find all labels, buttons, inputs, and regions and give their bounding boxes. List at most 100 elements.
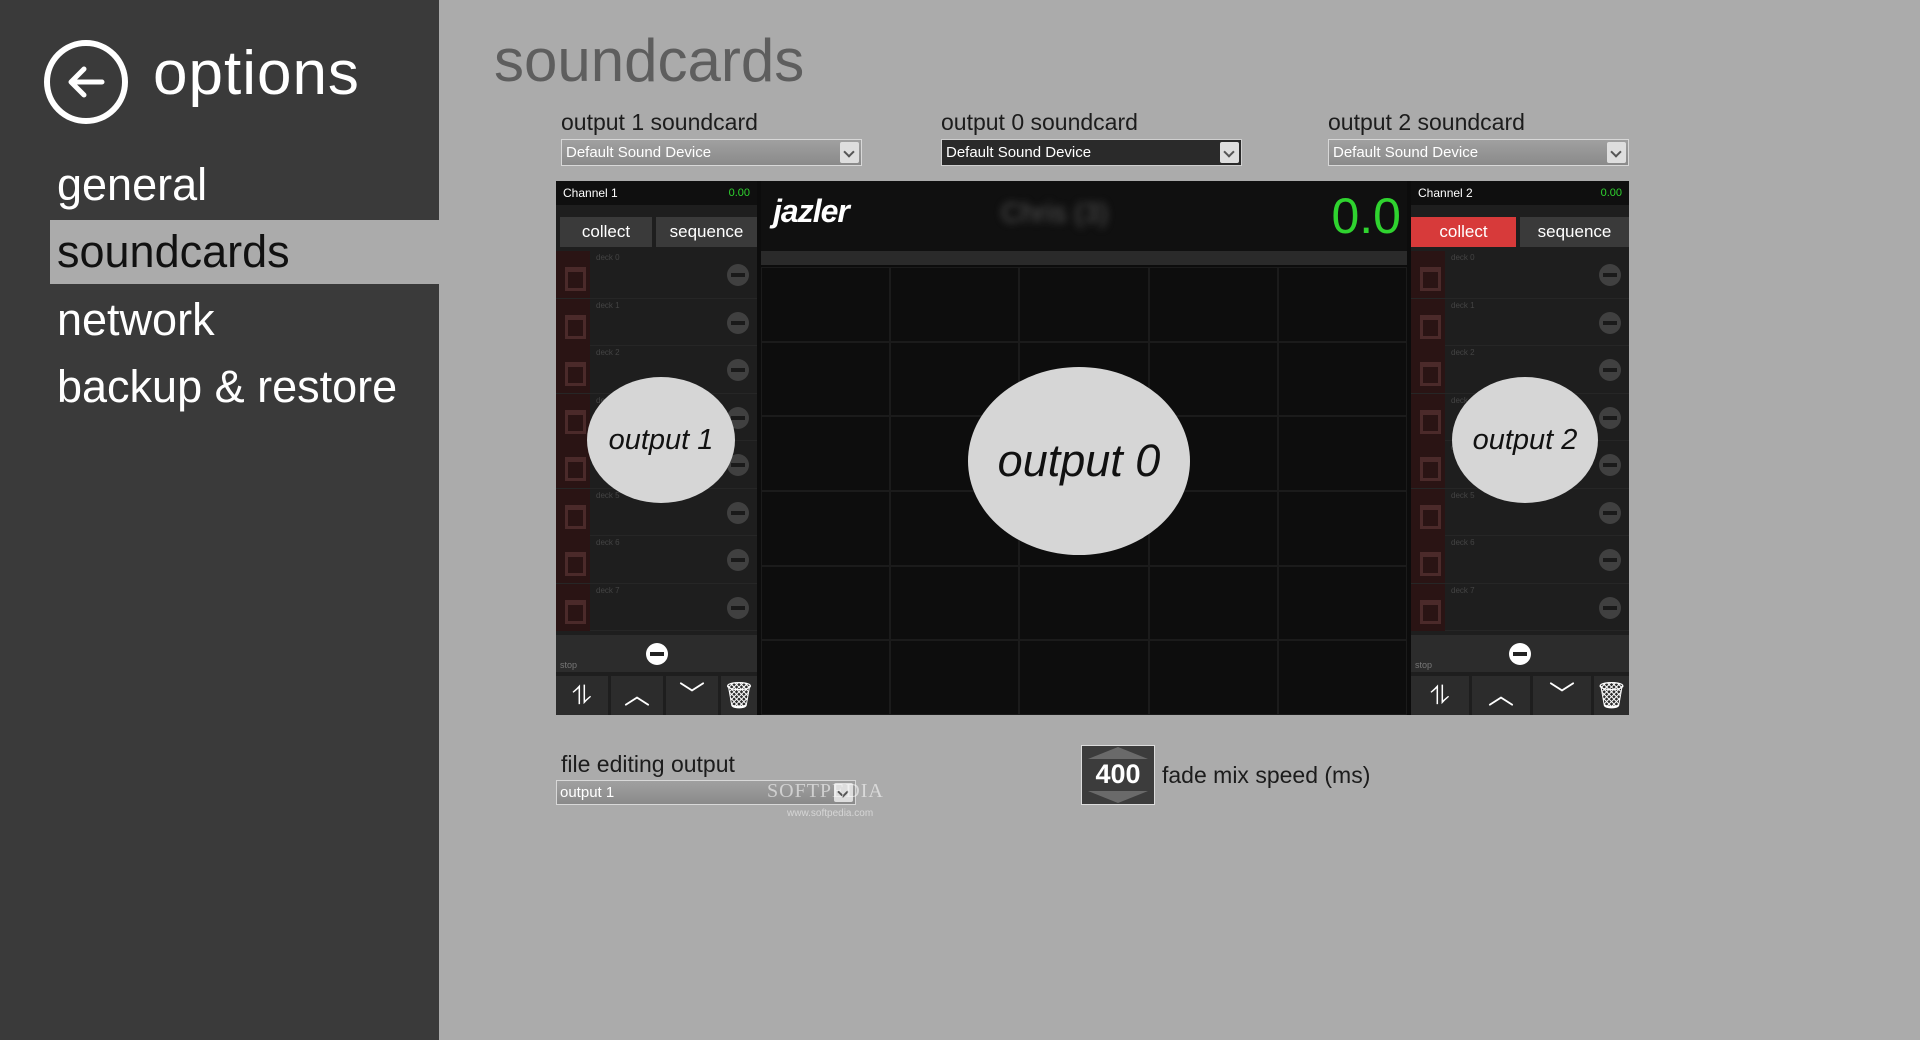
- output1-soundcard-select[interactable]: Default Sound Device: [561, 139, 862, 166]
- channel-2-sequence-button[interactable]: sequence: [1520, 217, 1629, 247]
- cart-cell[interactable]: [1148, 267, 1278, 342]
- trash-icon[interactable]: [556, 536, 590, 583]
- remove-icon[interactable]: [1599, 549, 1621, 571]
- remove-icon[interactable]: [1599, 406, 1621, 429]
- trash-icon[interactable]: [1411, 393, 1445, 441]
- remove-icon[interactable]: [1599, 264, 1621, 286]
- trash-icon[interactable]: [556, 488, 590, 536]
- remove-icon[interactable]: [727, 359, 749, 381]
- trash-icon[interactable]: [556, 583, 590, 631]
- chevron-down-icon: [1607, 142, 1626, 163]
- cart-cell[interactable]: [890, 565, 1020, 641]
- deck-row[interactable]: deck 6: [1411, 536, 1629, 584]
- deck-row[interactable]: deck 1: [1411, 298, 1629, 346]
- cart-cell[interactable]: [761, 267, 891, 342]
- channel-2-collect-button[interactable]: collect: [1411, 217, 1516, 247]
- fade-speed-stepper[interactable]: 400: [1081, 745, 1155, 805]
- output1-soundcard-value: Default Sound Device: [566, 144, 712, 161]
- deck-row[interactable]: deck 0: [1411, 251, 1629, 299]
- cart-cell[interactable]: [1277, 565, 1407, 641]
- stop-icon[interactable]: [1509, 643, 1531, 665]
- remove-icon[interactable]: [1599, 596, 1621, 619]
- output-2-bubble: output 2: [1452, 377, 1598, 503]
- trash-icon[interactable]: 🗑: [721, 676, 757, 715]
- sort-icon[interactable]: ⥮: [1411, 676, 1469, 715]
- channel-1-collect-button[interactable]: collect: [560, 217, 652, 247]
- deck-row[interactable]: deck 7: [556, 583, 757, 631]
- trash-icon[interactable]: [556, 346, 590, 393]
- cart-cell[interactable]: [1148, 565, 1278, 641]
- cart-cell[interactable]: [1277, 416, 1407, 491]
- deck-row[interactable]: deck 7: [1411, 583, 1629, 631]
- trash-icon[interactable]: [1411, 298, 1445, 346]
- cart-cell[interactable]: [761, 491, 891, 566]
- deck-row[interactable]: deck 1: [556, 298, 757, 346]
- channel-1-name: Channel 1: [563, 186, 618, 200]
- output0-soundcard-select[interactable]: Default Sound Device: [941, 139, 1242, 166]
- cart-cell[interactable]: [890, 267, 1020, 342]
- trash-icon[interactable]: [1411, 251, 1445, 298]
- trash-icon[interactable]: [1411, 346, 1445, 393]
- deck-label: deck 6: [596, 538, 620, 547]
- nav-item-network[interactable]: network: [50, 288, 439, 352]
- remove-icon[interactable]: [1599, 359, 1621, 381]
- cart-cell[interactable]: [1148, 640, 1278, 715]
- channel-2-tools: ⥮ ︿ ﹀ 🗑: [1411, 676, 1629, 715]
- trash-icon[interactable]: [1411, 583, 1445, 631]
- center-header: jazler Chris (3) 0.0: [761, 181, 1407, 251]
- remove-icon[interactable]: [727, 501, 749, 524]
- deck-label: deck 6: [1451, 538, 1475, 547]
- cart-cell[interactable]: [1277, 640, 1407, 715]
- deck-label: deck 1: [1451, 300, 1475, 310]
- back-button[interactable]: [44, 40, 128, 124]
- arrow-down-icon[interactable]: ﹀: [1533, 676, 1591, 715]
- cart-cell[interactable]: [1019, 565, 1149, 641]
- nav-item-general[interactable]: general: [50, 153, 439, 217]
- file-editing-value: output 1: [560, 784, 615, 801]
- trash-icon[interactable]: [1411, 536, 1445, 583]
- nav-item-backup-restore[interactable]: backup & restore: [50, 355, 439, 419]
- trash-icon[interactable]: [556, 393, 590, 441]
- stop-icon[interactable]: [645, 643, 668, 665]
- channel-1-sequence-button[interactable]: sequence: [656, 217, 757, 247]
- trash-icon[interactable]: [556, 298, 590, 346]
- output2-soundcard-select[interactable]: Default Sound Device: [1328, 139, 1629, 166]
- arrow-up-icon[interactable]: ︿: [611, 676, 663, 715]
- cart-cell[interactable]: [1277, 491, 1407, 566]
- arrow-up-icon[interactable]: ︿: [1472, 676, 1530, 715]
- cart-cell[interactable]: [1277, 267, 1407, 342]
- cart-cell[interactable]: [1277, 341, 1407, 417]
- arrow-down-icon[interactable]: ﹀: [666, 676, 718, 715]
- remove-icon[interactable]: [727, 549, 749, 571]
- cart-cell[interactable]: [1019, 640, 1149, 715]
- trash-icon[interactable]: [1411, 488, 1445, 536]
- remove-icon[interactable]: [727, 311, 749, 334]
- cart-cell[interactable]: [1019, 267, 1149, 342]
- deck-label: deck 0: [596, 253, 620, 262]
- trash-icon[interactable]: [1411, 441, 1445, 488]
- remove-icon[interactable]: [727, 596, 749, 619]
- channel-2-stop-label: stop: [1415, 660, 1433, 670]
- trash-icon[interactable]: [556, 251, 590, 298]
- remove-icon[interactable]: [1599, 501, 1621, 524]
- deck-label: deck 0: [1451, 253, 1475, 262]
- cart-cell[interactable]: [761, 640, 891, 715]
- cart-cell[interactable]: [761, 416, 891, 491]
- watermark-url: www.softpedia.com: [787, 808, 874, 819]
- cart-cell[interactable]: [761, 565, 891, 641]
- remove-icon[interactable]: [727, 264, 749, 286]
- cart-cell[interactable]: [761, 341, 891, 417]
- fade-speed-label: fade mix speed (ms): [1162, 762, 1371, 788]
- channel-1-header: Channel 1 0.00: [556, 181, 757, 205]
- sort-icon[interactable]: ⥮: [556, 676, 608, 715]
- cart-cell[interactable]: [890, 640, 1020, 715]
- trash-icon[interactable]: 🗑: [1594, 676, 1629, 715]
- nav-item-soundcards[interactable]: soundcards: [50, 220, 439, 284]
- deck-label: deck 2: [596, 348, 620, 357]
- remove-icon[interactable]: [1599, 454, 1621, 476]
- remove-icon[interactable]: [1599, 311, 1621, 334]
- deck-row[interactable]: deck 6: [556, 536, 757, 584]
- deck-row[interactable]: deck 0: [556, 251, 757, 299]
- trash-icon[interactable]: [556, 441, 590, 488]
- deck-label: deck 1: [596, 300, 620, 310]
